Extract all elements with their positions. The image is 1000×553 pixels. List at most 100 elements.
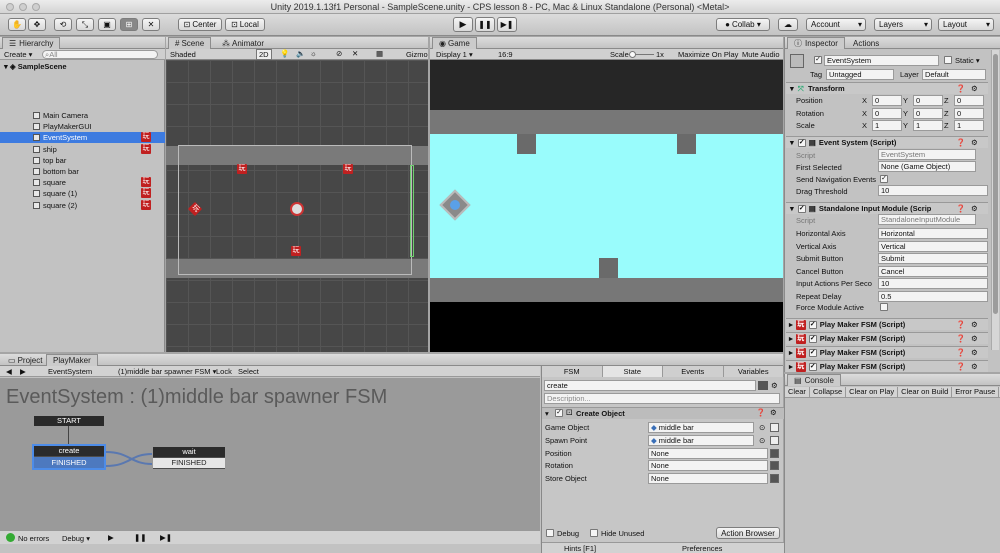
tab-project[interactable]: ▭ Project — [2, 354, 48, 366]
maximize-on-play-toggle[interactable]: Maximize On Play — [678, 50, 738, 59]
hidden-objects-icon[interactable]: ⊘ — [336, 49, 342, 58]
component-enabled-checkbox[interactable]: ✓ — [808, 320, 817, 329]
console-button-4[interactable]: Error Pause — [952, 387, 1000, 397]
debug-checkbox[interactable] — [546, 529, 554, 537]
lock-toggle[interactable]: Lock — [216, 367, 232, 376]
collab-button[interactable]: ● Collab ▾ — [716, 18, 770, 31]
scale-slider-handle[interactable] — [629, 51, 636, 58]
hierarchy-item[interactable]: bottom bar — [0, 166, 165, 177]
tab-playmaker[interactable]: PlayMaker — [46, 354, 98, 366]
foldout-icon[interactable]: ▾ — [545, 409, 549, 418]
action-enabled-checkbox[interactable]: ✓ — [555, 409, 563, 417]
active-checkbox[interactable]: ✓ — [814, 56, 822, 64]
lighting-icon[interactable]: 💡 — [280, 49, 289, 58]
action-field-input[interactable]: None — [648, 447, 768, 459]
custom-tool-icon[interactable]: ✕ — [142, 18, 160, 31]
standalone-row-input[interactable]: Horizontal — [878, 228, 988, 239]
layers-button[interactable]: Layers ▾ — [874, 18, 932, 31]
game-render[interactable] — [430, 60, 783, 352]
tab-fsm[interactable]: FSM — [542, 366, 603, 377]
tab-hierarchy[interactable]: ☰ Hierarchy — [2, 37, 61, 49]
playmaker-icon[interactable]: 玩 — [141, 132, 151, 143]
help-icon[interactable]: ❓ — [956, 320, 965, 329]
window-dot-min[interactable] — [19, 3, 27, 11]
grid-icon[interactable]: ▦ — [376, 49, 383, 58]
component-enabled-checkbox[interactable]: ✓ — [808, 362, 817, 371]
force-module-checkbox[interactable] — [880, 303, 888, 311]
first-selected-field[interactable]: None (Game Object) — [878, 161, 976, 172]
settings-icon[interactable]: ⚙ — [971, 334, 978, 343]
transform-x-input[interactable]: 0 — [872, 107, 902, 119]
gizmos-dropdown[interactable]: Gizmo — [406, 50, 428, 59]
effects-icon[interactable]: ☼ — [310, 49, 317, 58]
fsm-graph[interactable]: EventSystem : (1)middle bar spawner FSM … — [0, 378, 540, 543]
tools-icon[interactable]: ✕ — [352, 49, 358, 58]
fsm-selector[interactable]: (1)middle bar spawner FSM ▾ — [118, 367, 216, 376]
action-field-input[interactable]: None — [648, 460, 768, 472]
action-field-input[interactable]: None — [648, 473, 768, 485]
settings-icon[interactable]: ⚙ — [971, 138, 978, 147]
scale-tool-icon[interactable]: ⤡ — [76, 18, 94, 31]
standalone-row-input[interactable]: Submit — [878, 253, 988, 264]
variable-toggle-icon[interactable] — [770, 423, 779, 432]
console-button-2[interactable]: Clear on Play — [846, 387, 899, 397]
help-icon[interactable]: ❓ — [956, 204, 965, 213]
create-dropdown[interactable]: Create ▾ — [4, 50, 32, 59]
tab-inspector[interactable]: ⓘ Inspector — [787, 37, 845, 49]
transform-y-input[interactable]: 0 — [913, 107, 943, 119]
tab-scene[interactable]: # Scene — [168, 37, 212, 49]
tag-dropdown[interactable]: Untagged — [826, 69, 894, 80]
hierarchy-item[interactable]: square 玩 — [0, 177, 165, 188]
hierarchy-search-input[interactable]: ⌕All — [42, 50, 158, 59]
center-button[interactable]: ⊡ Center — [178, 18, 222, 31]
hide-unused-checkbox[interactable] — [590, 529, 598, 537]
local-button[interactable]: ⊡ Local — [225, 18, 265, 31]
window-dot-max[interactable] — [32, 3, 40, 11]
step-button[interactable]: ▶❚ — [497, 17, 517, 32]
layer-dropdown[interactable]: Default — [922, 69, 986, 80]
transition-finished[interactable]: FINISHED — [34, 457, 104, 468]
debug-dropdown[interactable]: Debug ▾ — [62, 534, 90, 543]
settings-icon[interactable]: ⚙ — [971, 362, 978, 371]
cloud-button[interactable]: ☁ — [778, 18, 798, 31]
tab-actions[interactable]: Actions — [847, 37, 885, 49]
help-icon[interactable]: ❓ — [956, 84, 965, 93]
help-icon[interactable]: ❓ — [956, 362, 965, 371]
scene-2d-toggle[interactable]: 2D — [256, 49, 272, 60]
aspect-dropdown[interactable]: 16:9 — [498, 50, 513, 59]
start-node[interactable]: START — [34, 416, 104, 426]
standalone-row-input[interactable]: Vertical — [878, 240, 988, 252]
action-field-input[interactable]: ◆ middle bar — [648, 434, 754, 446]
hierarchy-item[interactable]: EventSystem 玩 — [0, 132, 165, 144]
back-arrow-icon[interactable]: ◀ — [6, 367, 12, 376]
mute-audio-toggle[interactable]: Mute Audio — [742, 50, 780, 59]
transform-x-input[interactable]: 1 — [872, 120, 902, 131]
hierarchy-item[interactable]: square (2) 玩 — [0, 199, 165, 211]
debug-step-button[interactable]: ▶❚ — [160, 533, 172, 542]
help-icon[interactable]: ❓ — [956, 138, 965, 147]
debug-pause-button[interactable]: ❚❚ — [134, 533, 147, 542]
rotate-tool-icon[interactable]: ⟲ — [54, 18, 72, 31]
playmaker-icon[interactable]: 玩 — [141, 143, 151, 154]
description-input[interactable]: Description... — [544, 393, 780, 404]
tab-events[interactable]: Events — [663, 366, 724, 377]
transform-tool-icon[interactable]: ⊞ — [120, 18, 138, 31]
variable-toggle-icon[interactable] — [770, 474, 779, 484]
state-node-wait[interactable]: wait FINISHED — [153, 447, 225, 469]
window-dot-close[interactable] — [6, 3, 14, 11]
settings-icon[interactable]: ⚙ — [971, 348, 978, 357]
settings-icon[interactable]: ⚙ — [771, 381, 778, 390]
send-navigation-checkbox[interactable]: ✓ — [880, 175, 888, 183]
settings-icon[interactable]: ⚙ — [971, 204, 978, 213]
object-picker-icon[interactable]: ⊙ — [759, 436, 765, 445]
transform-z-input[interactable]: 1 — [954, 120, 984, 131]
static-checkbox[interactable] — [944, 56, 952, 64]
audio-icon[interactable]: 🔈 — [296, 49, 305, 58]
playmaker-gizmo-icon[interactable]: 玩 — [291, 246, 301, 256]
playmaker-gizmo-icon[interactable]: 玩 — [237, 164, 247, 174]
state-color-swatch[interactable] — [758, 381, 768, 390]
hierarchy-item[interactable]: ship 玩 — [0, 143, 165, 155]
debug-play-button[interactable]: ▶ — [108, 533, 114, 542]
scrollbar[interactable] — [991, 50, 999, 350]
help-icon[interactable]: ❓ — [956, 334, 965, 343]
